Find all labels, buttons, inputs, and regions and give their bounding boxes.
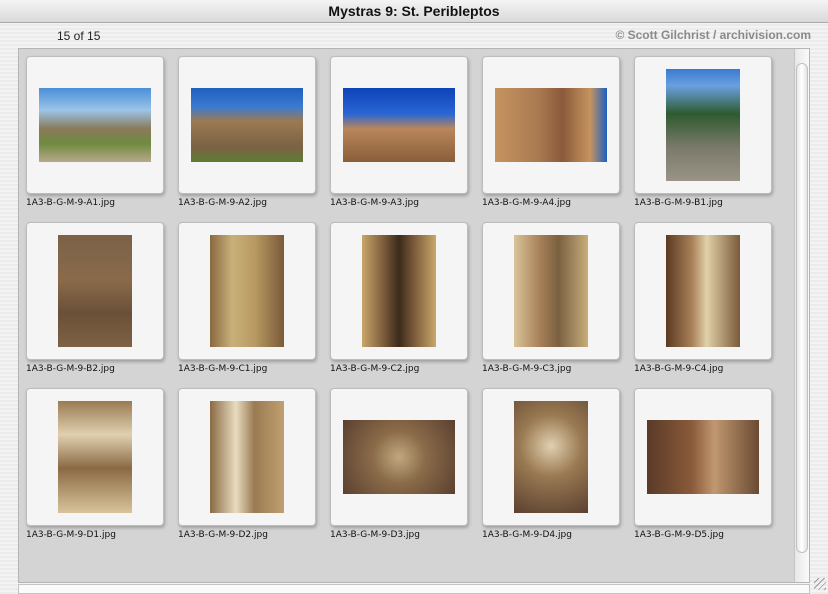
thumbnail-item[interactable]: 1A3-B-G-M-9-A4.jpg <box>475 49 620 214</box>
thumbnail-filename: 1A3-B-G-M-9-A4.jpg <box>482 198 571 208</box>
thumbnail-image[interactable] <box>495 88 607 162</box>
thumbnail-frame[interactable] <box>26 388 164 526</box>
thumbnail-filename: 1A3-B-G-M-9-B1.jpg <box>634 198 723 208</box>
thumbnail-image[interactable] <box>191 88 303 162</box>
thumbnail-filename: 1A3-B-G-M-9-D4.jpg <box>482 530 572 540</box>
scrollbar-thumb[interactable] <box>796 63 808 553</box>
thumbnail-item[interactable]: 1A3-B-G-M-9-D5.jpg <box>627 381 772 546</box>
thumbnail-filename: 1A3-B-G-M-9-D5.jpg <box>634 530 724 540</box>
thumbnail-frame[interactable] <box>634 388 772 526</box>
thumbnail-item[interactable]: 1A3-B-G-M-9-B2.jpg <box>19 215 164 380</box>
thumbnail-image[interactable] <box>514 235 588 347</box>
thumbnail-filename: 1A3-B-G-M-9-D2.jpg <box>178 530 268 540</box>
thumbnail-frame[interactable] <box>482 56 620 194</box>
thumbnail-image[interactable] <box>210 235 284 347</box>
thumbnail-filename: 1A3-B-G-M-9-A3.jpg <box>330 198 419 208</box>
thumbnail-filename: 1A3-B-G-M-9-C3.jpg <box>482 364 572 374</box>
thumbnail-filename: 1A3-B-G-M-9-D3.jpg <box>330 530 420 540</box>
thumbnail-frame[interactable] <box>330 56 468 194</box>
thumbnail-item[interactable]: 1A3-B-G-M-9-C1.jpg <box>171 215 316 380</box>
thumbnail-image[interactable] <box>343 420 455 494</box>
thumbnail-frame[interactable] <box>330 222 468 360</box>
copyright-text: © Scott Gilchrist / archivision.com <box>615 28 811 42</box>
vertical-scrollbar[interactable] <box>794 49 809 582</box>
thumbnail-filename: 1A3-B-G-M-9-A2.jpg <box>178 198 267 208</box>
thumbnail-filename: 1A3-B-G-M-9-C2.jpg <box>330 364 420 374</box>
thumbnail-frame[interactable] <box>634 56 772 194</box>
thumbnail-frame[interactable] <box>482 388 620 526</box>
thumbnail-frame[interactable] <box>178 222 316 360</box>
thumbnail-image[interactable] <box>647 420 759 494</box>
thumbnail-image[interactable] <box>58 401 132 513</box>
thumbnail-frame[interactable] <box>634 222 772 360</box>
thumbnail-image[interactable] <box>58 235 132 347</box>
thumbnail-filename: 1A3-B-G-M-9-A1.jpg <box>26 198 115 208</box>
horizontal-scrollbar[interactable] <box>18 584 810 594</box>
thumbnail-item[interactable]: 1A3-B-G-M-9-C2.jpg <box>323 215 468 380</box>
thumbnail-frame[interactable] <box>178 388 316 526</box>
thumbnail-item[interactable]: 1A3-B-G-M-9-A1.jpg <box>19 49 164 214</box>
thumbnail-frame[interactable] <box>178 56 316 194</box>
thumbnail-item[interactable]: 1A3-B-G-M-9-D3.jpg <box>323 381 468 546</box>
thumbnail-item[interactable]: 1A3-B-G-M-9-D4.jpg <box>475 381 620 546</box>
thumbnail-item[interactable]: 1A3-B-G-M-9-C3.jpg <box>475 215 620 380</box>
thumbnail-item[interactable]: 1A3-B-G-M-9-A3.jpg <box>323 49 468 214</box>
thumbnail-item[interactable]: 1A3-B-G-M-9-B1.jpg <box>627 49 772 214</box>
thumbnail-image[interactable] <box>39 88 151 162</box>
thumbnail-filename: 1A3-B-G-M-9-C4.jpg <box>634 364 724 374</box>
resize-grip-icon[interactable] <box>814 578 826 590</box>
thumbnail-image[interactable] <box>362 235 436 347</box>
thumbnail-frame[interactable] <box>26 56 164 194</box>
thumbnail-image[interactable] <box>514 401 588 513</box>
window-title: Mystras 9: St. Peribleptos <box>0 0 828 23</box>
thumbnail-image[interactable] <box>666 69 740 181</box>
thumbnail-frame[interactable] <box>26 222 164 360</box>
thumbnail-item[interactable]: 1A3-B-G-M-9-D2.jpg <box>171 381 316 546</box>
thumbnail-image[interactable] <box>343 88 455 162</box>
thumbnail-filename: 1A3-B-G-M-9-B2.jpg <box>26 364 115 374</box>
thumbnail-item[interactable]: 1A3-B-G-M-9-C4.jpg <box>627 215 772 380</box>
thumbnail-grid: 1A3-B-G-M-9-A1.jpg 1A3-B-G-M-9-A2.jpg 1A3-… <box>18 48 810 583</box>
image-count: 15 of 15 <box>57 29 101 43</box>
thumbnail-filename: 1A3-B-G-M-9-C1.jpg <box>178 364 268 374</box>
gallery-window: 15 of 15 © Scott Gilchrist / archivision… <box>0 23 828 594</box>
thumbnail-image[interactable] <box>210 401 284 513</box>
thumbnail-item[interactable]: 1A3-B-G-M-9-A2.jpg <box>171 49 316 214</box>
thumbnail-image[interactable] <box>666 235 740 347</box>
thumbnail-frame[interactable] <box>330 388 468 526</box>
thumbnail-item[interactable]: 1A3-B-G-M-9-D1.jpg <box>19 381 164 546</box>
thumbnail-frame[interactable] <box>482 222 620 360</box>
thumbnail-filename: 1A3-B-G-M-9-D1.jpg <box>26 530 116 540</box>
